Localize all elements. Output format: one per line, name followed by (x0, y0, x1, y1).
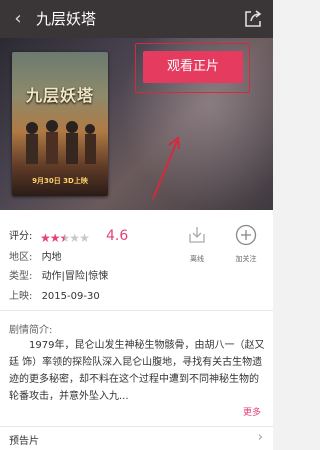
movie-info-panel: 评分: ★★★★★ 4.6 地区: 内地 类型: 动作|冒险|惊悚 上映: 20… (0, 210, 273, 310)
genre-row: 类型: 动作|冒险|惊悚 (9, 270, 108, 284)
star-icon: ★ (49, 231, 61, 245)
synopsis-title: 剧情简介: (9, 325, 53, 336)
synopsis-text: 1979年，昆仑山发生神秘生物骸骨，由胡八一（赵又廷 饰）率领的探险队深入昆仑山… (9, 340, 265, 402)
trailer-row[interactable]: 预告片 › (0, 426, 273, 450)
follow-button[interactable]: 加关注 (231, 224, 261, 264)
release-label: 上映: (9, 291, 33, 302)
genre-value: 动作|冒险|惊悚 (41, 271, 109, 282)
offline-download-button[interactable]: 离线 (182, 224, 212, 264)
star-empty-icon: ★ (69, 231, 80, 245)
more-link[interactable]: 更多 (243, 405, 261, 418)
follow-label: 加关注 (235, 255, 257, 263)
back-arrow-icon[interactable]: ‹ (8, 8, 28, 30)
offline-label: 离线 (190, 255, 204, 263)
trailer-label: 预告片 (9, 436, 39, 447)
poster-figures (26, 120, 96, 164)
rating-label: 评分: (9, 231, 33, 242)
download-icon (189, 227, 205, 243)
region-row: 地区: 内地 (9, 251, 62, 265)
page-title: 九层妖塔 (36, 10, 97, 28)
synopsis-section: 剧情简介: 1979年，昆仑山发生神秘生物骸骨，由胡八一（赵又廷 饰）率领的探险… (0, 310, 273, 426)
watch-full-movie-button[interactable]: 观看正片 (143, 51, 243, 83)
region-label: 地区: (9, 252, 33, 263)
chevron-right-icon: › (257, 430, 263, 445)
release-row: 上映: 2015-09-30 (9, 290, 100, 304)
navbar: ‹ 九层妖塔 (0, 0, 273, 38)
rating-stars: ★★★★★ (40, 231, 90, 245)
star-half-icon: ★ (59, 231, 71, 245)
plus-circle-icon (235, 224, 257, 246)
movie-poster[interactable]: 九层妖塔 9月30日 3D上映 (12, 52, 108, 196)
release-value: 2015-09-30 (41, 291, 100, 302)
annotation-arrow (152, 136, 180, 200)
poster-release-date: 9月30日 3D上映 (32, 177, 88, 185)
poster-title: 九层妖塔 (25, 86, 94, 105)
region-value: 内地 (41, 252, 62, 263)
genre-label: 类型: (9, 271, 33, 282)
star-empty-icon: ★ (79, 231, 90, 245)
star-icon: ★ (40, 231, 51, 245)
share-icon[interactable] (243, 9, 263, 29)
rating-value: 4.6 (106, 228, 129, 244)
